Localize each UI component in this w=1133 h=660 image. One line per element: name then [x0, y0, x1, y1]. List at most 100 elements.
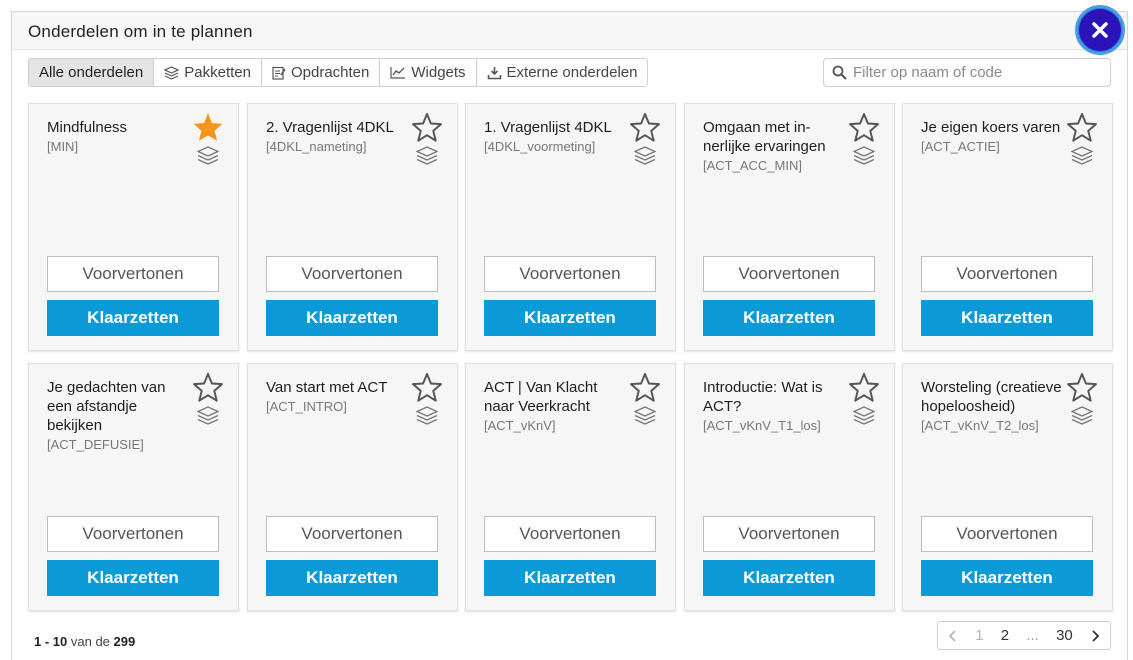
package-indicator — [1070, 146, 1094, 171]
search-input[interactable] — [853, 64, 1093, 81]
star-outline-icon — [849, 372, 879, 402]
favorite-toggle[interactable] — [1066, 372, 1098, 407]
card-title: 1. Vragenlijst 4DKL [4DKL_voormeting] — [484, 118, 626, 155]
favorite-toggle[interactable] — [411, 372, 443, 407]
package-indicator — [196, 406, 220, 431]
close-button[interactable] — [1075, 5, 1125, 55]
favorite-toggle[interactable] — [192, 112, 224, 147]
item-card: 2. Vragenlijst 4DKL [4DKL_nameting] Voorve… — [247, 103, 458, 351]
favorite-toggle[interactable] — [192, 372, 224, 407]
tab-external-items[interactable]: Externe onderdelen — [477, 59, 648, 86]
item-card: Omgaan met in­nerlijke ervaringen [ACT_AC… — [684, 103, 895, 351]
schedule-button[interactable]: Klaarzetten — [266, 300, 438, 336]
layers-icon — [196, 146, 220, 165]
preview-button[interactable]: Voorvertonen — [266, 516, 438, 552]
of-label: van de — [67, 634, 114, 649]
layers-icon — [1070, 406, 1094, 425]
preview-button[interactable]: Voorvertonen — [47, 256, 219, 292]
modal-header: Onderdelen om in te plannen — [12, 12, 1127, 50]
page-2[interactable]: 2 — [1001, 627, 1009, 644]
card-title: Je gedachten van een af­standje bekijken… — [47, 378, 189, 453]
schedule-button[interactable]: Klaarzetten — [266, 560, 438, 596]
preview-button[interactable]: Voorvertonen — [703, 516, 875, 552]
chart-icon — [390, 67, 406, 79]
chevron-left-icon[interactable] — [948, 629, 958, 642]
card-code: [ACT_vKnV_T2_los] — [921, 418, 1039, 433]
card-title-text: Worsteling (crea­tieve hopeloosheid) — [921, 379, 1062, 415]
schedule-button[interactable]: Klaarzetten — [47, 560, 219, 596]
item-card: Je eigen koers varen [ACT_ACTIE] Voorverto… — [902, 103, 1113, 351]
card-title-text: Je gedachten van een af­standje bekijken — [47, 379, 166, 434]
preview-button[interactable]: Voorvertonen — [703, 256, 875, 292]
layers-icon — [633, 146, 657, 165]
layers-icon — [1070, 146, 1094, 165]
card-code: [ACT_INTRO] — [266, 399, 347, 414]
chevron-right-icon[interactable] — [1090, 629, 1100, 642]
preview-button[interactable]: Voorvertonen — [921, 516, 1093, 552]
preview-button[interactable]: Voorvertonen — [266, 256, 438, 292]
schedule-button[interactable]: Klaarzetten — [921, 560, 1093, 596]
preview-button[interactable]: Voorvertonen — [921, 256, 1093, 292]
card-code: [ACT_ACC_MIN] — [703, 158, 802, 173]
package-indicator — [415, 146, 439, 171]
card-title: Omgaan met in­nerlijke ervaringen [ACT_AC… — [703, 118, 845, 174]
card-code: [ACT_DEFUSIE] — [47, 437, 144, 452]
star-outline-icon — [412, 112, 442, 142]
layers-icon — [415, 406, 439, 425]
package-indicator — [633, 406, 657, 431]
tab-all-items[interactable]: Alle onderdelen — [29, 59, 155, 86]
favorite-toggle[interactable] — [1066, 112, 1098, 147]
card-code: [4DKL_nameting] — [266, 139, 367, 154]
item-card: Introductie: Wat is ACT? [ACT_vKnV_T1_los… — [684, 363, 895, 611]
card-title: Mindfulness [MIN] — [47, 118, 189, 155]
preview-button[interactable]: Voorvertonen — [47, 516, 219, 552]
modal-title: Onderdelen om in te plannen — [28, 22, 253, 41]
schedule-button[interactable]: Klaarzetten — [921, 300, 1093, 336]
favorite-toggle[interactable] — [629, 372, 661, 407]
layers-icon — [852, 146, 876, 165]
pagination: 1 2 ... 30 — [937, 621, 1111, 650]
tab-assignments[interactable]: Opdrachten — [262, 59, 381, 86]
page-ellipsis: ... — [1026, 627, 1039, 644]
search-box — [823, 58, 1111, 87]
tab-label: Widgets — [411, 64, 466, 81]
result-count: 1 - 10 van de 299 — [34, 634, 135, 649]
tab-packages[interactable]: Pakketten — [154, 59, 262, 86]
favorite-toggle[interactable] — [411, 112, 443, 147]
schedule-button[interactable]: Klaarzetten — [47, 300, 219, 336]
card-title: Worsteling (crea­tieve hopeloosheid) [ACT… — [921, 378, 1063, 434]
package-indicator — [852, 406, 876, 431]
range-separator: - — [41, 634, 53, 649]
edit-icon — [272, 66, 286, 80]
close-icon — [1092, 22, 1108, 38]
schedule-button[interactable]: Klaarzetten — [484, 560, 656, 596]
layers-icon — [415, 146, 439, 165]
card-title: Van start met ACT [ACT_INTRO] — [266, 378, 408, 415]
package-indicator — [633, 146, 657, 171]
schedule-button[interactable]: Klaarzetten — [703, 560, 875, 596]
preview-button[interactable]: Voorvertonen — [484, 256, 656, 292]
tab-label: Externe onderdelen — [506, 64, 638, 81]
item-card: Je gedachten van een af­standje bekijken… — [28, 363, 239, 611]
card-code: [ACT_vKnV] — [484, 418, 556, 433]
item-card: ACT | Van Klacht naar Veerkracht [ACT_vKn… — [465, 363, 676, 611]
layers-icon — [633, 406, 657, 425]
card-title-text: Introductie: Wat is ACT? — [703, 379, 823, 415]
card-code: [ACT_ACTIE] — [921, 139, 1000, 154]
item-card: 1. Vragenlijst 4DKL [4DKL_voormeting] Voor… — [465, 103, 676, 351]
star-outline-icon — [1067, 372, 1097, 402]
page-30[interactable]: 30 — [1056, 627, 1073, 644]
schedule-button[interactable]: Klaarzetten — [484, 300, 656, 336]
item-card: Worsteling (crea­tieve hopeloosheid) [ACT… — [902, 363, 1113, 611]
schedule-button[interactable]: Klaarzetten — [703, 300, 875, 336]
page-1[interactable]: 1 — [975, 627, 983, 644]
layers-icon — [196, 406, 220, 425]
favorite-toggle[interactable] — [848, 372, 880, 407]
tab-widgets[interactable]: Widgets — [380, 59, 477, 86]
card-title: 2. Vragenlijst 4DKL [4DKL_nameting] — [266, 118, 408, 155]
favorite-toggle[interactable] — [629, 112, 661, 147]
card-title-text: 1. Vragenlijst 4DKL — [484, 119, 612, 136]
favorite-toggle[interactable] — [848, 112, 880, 147]
preview-button[interactable]: Voorvertonen — [484, 516, 656, 552]
range-end: 10 — [52, 634, 68, 649]
